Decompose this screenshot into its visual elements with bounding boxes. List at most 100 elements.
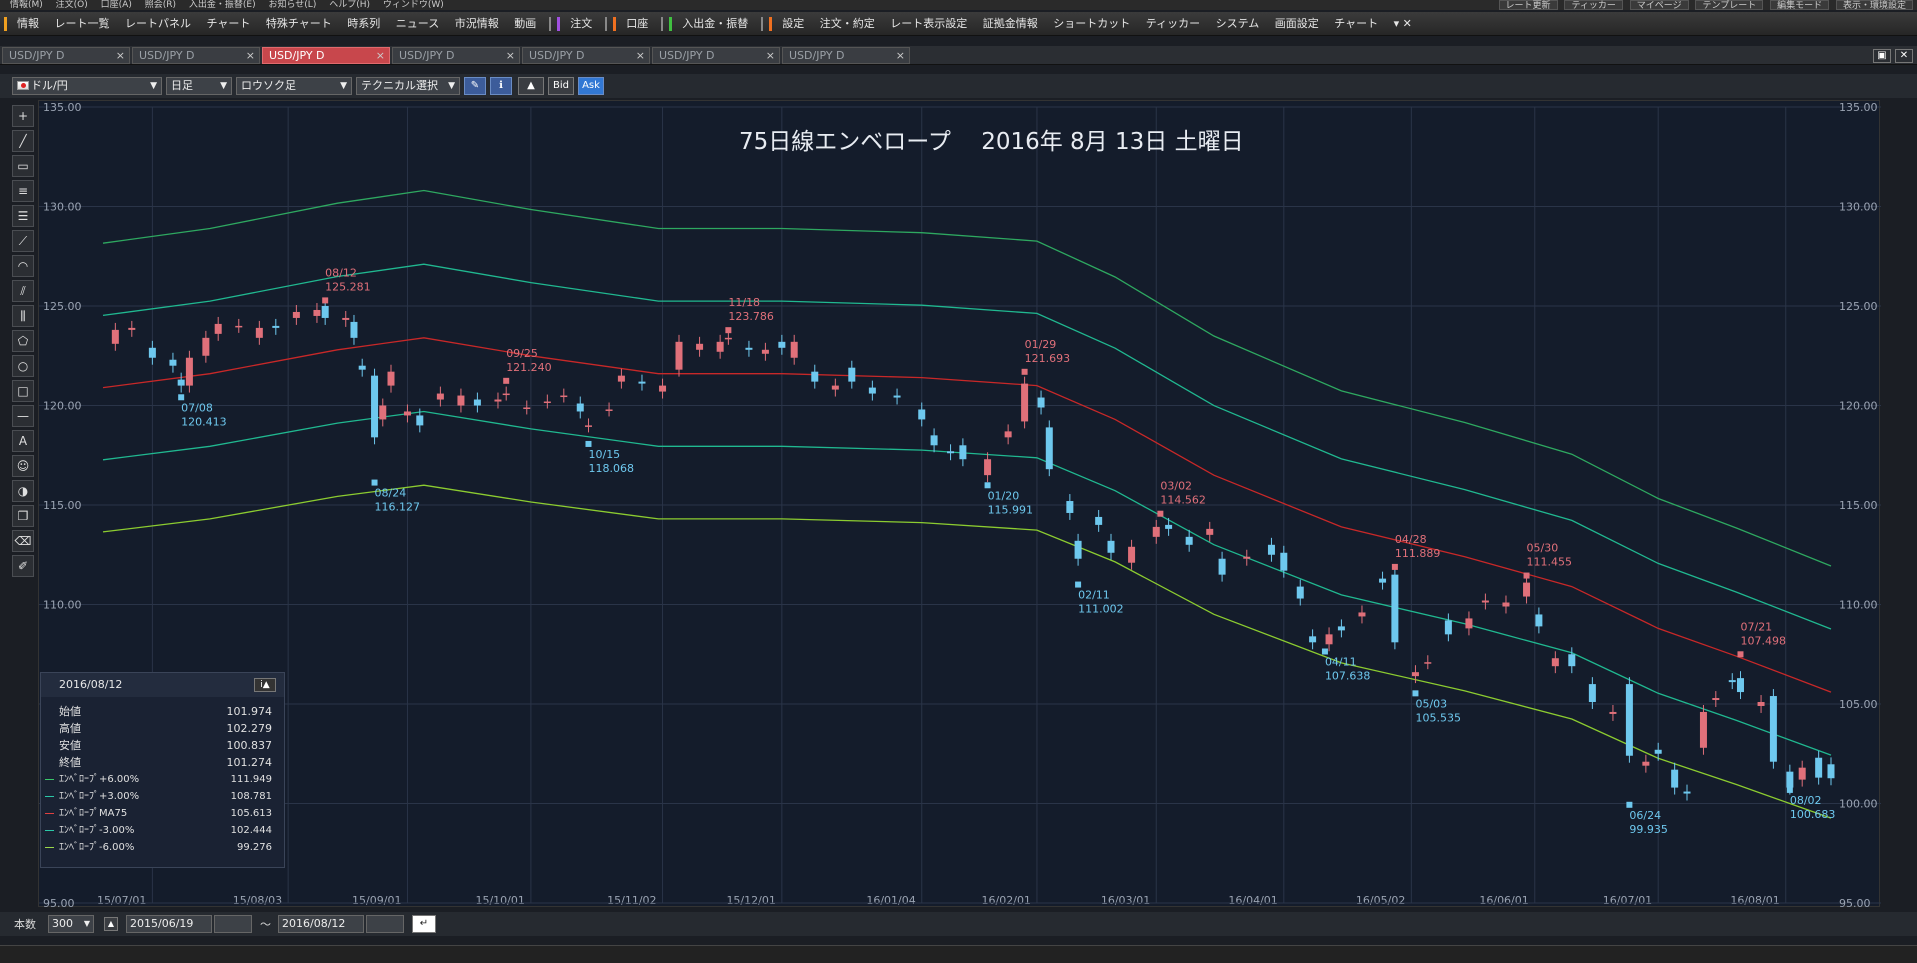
row-value: 100.837 (226, 739, 273, 752)
x-tick-label: 16/02/01 (982, 894, 1031, 907)
edit-mode-button[interactable]: 編集モード (1770, 0, 1830, 10)
circle-icon[interactable]: ○ (12, 355, 34, 377)
menu-rate-list[interactable]: レート一覧 (49, 12, 116, 36)
bar-count-select[interactable]: 300 ▼ (48, 915, 94, 933)
close-icon[interactable]: × (896, 48, 905, 63)
candle-body (403, 411, 411, 416)
settings-icon[interactable]: ✐ (12, 555, 34, 577)
drawing-tools: + ╱ ▭ ≡ ☰ ⟋ ◠ ⫽ ⫼ ⬠ ○ □ — A ☺ ◑ ❐ ⌫ ✐ (12, 105, 36, 580)
close-icon[interactable]: × (246, 48, 255, 63)
pentagon-icon[interactable]: ⬠ (12, 330, 34, 352)
info-collapse-icon[interactable]: i▲ (254, 678, 276, 692)
rate-update-button[interactable]: レート更新 (1498, 0, 1558, 10)
period-select[interactable]: 日足 ▼ (166, 77, 232, 95)
ask-button[interactable]: Ask (578, 77, 604, 95)
menu-system[interactable]: システム (1210, 12, 1266, 36)
text-icon[interactable]: A (12, 430, 34, 452)
chart-tab-4[interactable]: USD/JPY D × (522, 47, 650, 64)
menu-rate-display[interactable]: レート表示設定 (884, 12, 973, 36)
close-icon[interactable]: ✕ (1895, 49, 1913, 63)
chart-tab-3[interactable]: USD/JPY D × (392, 47, 520, 64)
refresh-icon[interactable]: ↵ (412, 915, 436, 933)
pencil-icon[interactable]: ✎ (464, 77, 486, 95)
close-icon[interactable]: × (376, 48, 385, 63)
chart-type-select[interactable]: ロウソク足 ▼ (236, 77, 352, 95)
ruler-icon[interactable]: ▭ (12, 155, 34, 177)
chart-shape-icon[interactable]: ▲ (518, 77, 544, 95)
top-menu-6[interactable]: ヘルプ(H) (329, 0, 370, 10)
menu-order-execution[interactable]: 注文・約定 (814, 12, 881, 36)
close-icon[interactable]: × (116, 48, 125, 63)
to-time-field[interactable] (366, 915, 404, 933)
close-icon[interactable]: × (766, 48, 775, 63)
candlestick-chart[interactable]: 15/07/01 15/08/03 15/09/01 15/10/01 15/11/02… (39, 101, 1881, 908)
paint-icon[interactable]: ◑ (12, 480, 34, 502)
menu-chart[interactable]: チャート (201, 12, 257, 36)
channel-icon[interactable]: ≡ (12, 180, 34, 202)
candle-body (1683, 791, 1691, 794)
display-settings-button[interactable]: 表示・環境設定 (1835, 0, 1913, 10)
menu-ticker[interactable]: ティッカー (1140, 12, 1206, 36)
fibonacci-icon[interactable]: ☰ (12, 205, 34, 227)
gann-icon[interactable]: ⫽ (12, 280, 34, 302)
chart-area[interactable]: 15/07/01 15/08/03 15/09/01 15/10/01 15/11/02… (38, 100, 1881, 908)
cursor-icon[interactable]: + (12, 105, 34, 127)
chart-tab-5[interactable]: USD/JPY D × (652, 47, 780, 64)
chart-tab-0[interactable]: USD/JPY D × (2, 47, 130, 64)
info-icon[interactable]: ℹ (490, 77, 512, 95)
chart-tab-2[interactable]: USD/JPY D × (262, 47, 390, 64)
pitchfork-icon[interactable]: ⫼ (12, 305, 34, 327)
copy-icon[interactable]: ❐ (12, 505, 34, 527)
fib-fan-icon[interactable]: ⟋ (12, 230, 34, 252)
mypage-button[interactable]: マイページ (1629, 0, 1689, 10)
top-menu-2[interactable]: 口座(A) (101, 0, 132, 10)
menu-market-info[interactable]: 市況情報 (449, 12, 505, 36)
menu-settings[interactable]: 設定 (776, 12, 810, 36)
technical-select[interactable]: テクニカル選択 ▼ (356, 77, 460, 95)
to-date-field[interactable]: 2016/08/12 (278, 915, 364, 933)
top-menu-0[interactable]: 情報(M) (10, 0, 43, 10)
menu-timeseries[interactable]: 時系列 (341, 12, 386, 36)
menu-info[interactable]: 情報 (11, 12, 45, 36)
menu-account[interactable]: 口座 (620, 12, 654, 36)
menu-order[interactable]: 注文 (564, 12, 598, 36)
chevron-down-icon: ▼ (150, 81, 157, 91)
rectangle-icon[interactable]: □ (12, 380, 34, 402)
top-menu-1[interactable]: 注文(O) (56, 0, 88, 10)
ticker-button[interactable]: ティッカー (1564, 0, 1623, 10)
from-date-field[interactable]: 2015/06/19 (126, 915, 212, 933)
series-swatch (45, 847, 54, 848)
template-button[interactable]: テンプレート (1695, 0, 1764, 10)
menu-special-chart[interactable]: 特殊チャート (260, 12, 338, 36)
top-menu-5[interactable]: お知らせ(L) (268, 0, 316, 10)
menu-rate-panel[interactable]: レートパネル (119, 12, 197, 36)
from-time-field[interactable] (214, 915, 252, 933)
top-menu-3[interactable]: 照会(R) (145, 0, 176, 10)
menu-overflow-icon[interactable]: ▾ ✕ (1388, 12, 1418, 36)
eraser-icon[interactable]: ⌫ (12, 530, 34, 552)
candle-body (959, 445, 967, 460)
maximize-icon[interactable]: ▣ (1873, 49, 1891, 63)
menu-margin-info[interactable]: 証拠金情報 (977, 12, 1044, 36)
menu-screen-settings[interactable]: 画面設定 (1269, 12, 1325, 36)
icon-icon[interactable]: ☺ (12, 455, 34, 477)
hline-icon[interactable]: — (12, 405, 34, 427)
menu-news[interactable]: ニュース (390, 12, 445, 36)
menu-video[interactable]: 動画 (508, 12, 542, 36)
menu-shortcut[interactable]: ショートカット (1047, 12, 1136, 36)
chart-tab-1[interactable]: USD/JPY D × (132, 47, 260, 64)
fib-arc-icon[interactable]: ◠ (12, 255, 34, 277)
currency-pair-select[interactable]: ドル/円 ▼ (12, 77, 162, 95)
menu-chart-2[interactable]: チャート (1328, 12, 1384, 36)
close-icon[interactable]: × (636, 48, 645, 63)
trendline-icon[interactable]: ╱ (12, 130, 34, 152)
menu-deposit[interactable]: 入出金・振替 (676, 12, 754, 36)
bid-button[interactable]: Bid (548, 77, 574, 95)
stepper-up-icon[interactable]: ▲ (104, 917, 118, 931)
chart-tab-6[interactable]: USD/JPY D × (782, 47, 910, 64)
low-marker (1321, 648, 1328, 655)
high-marker (1021, 368, 1028, 375)
close-icon[interactable]: × (506, 48, 515, 63)
top-menu-4[interactable]: 入出金・振替(E) (189, 0, 256, 10)
top-menu-7[interactable]: ウィンドウ(W) (383, 0, 444, 10)
